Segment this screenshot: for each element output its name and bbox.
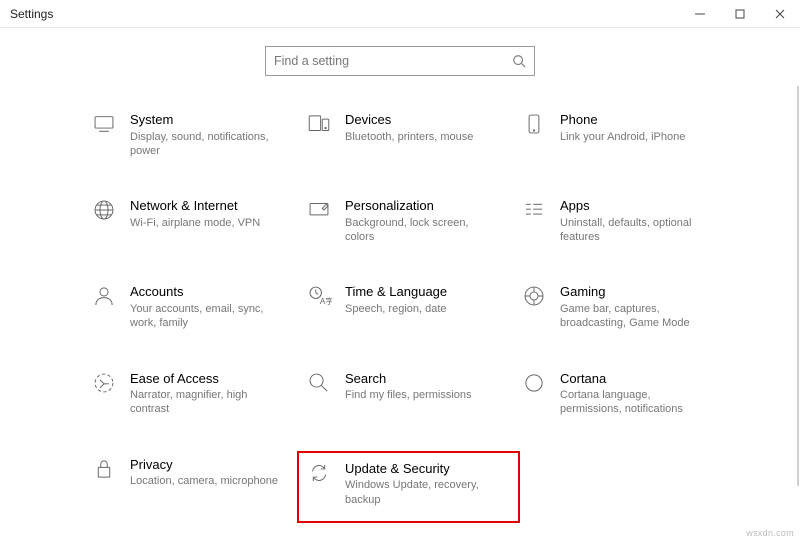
tile-title: Time & Language — [345, 284, 447, 300]
svg-text:A字: A字 — [320, 297, 332, 307]
cortana-icon — [520, 369, 548, 397]
tile-desc: Find my files, permissions — [345, 388, 472, 402]
tile-title: System — [130, 112, 280, 128]
apps-icon — [520, 196, 548, 224]
tile-title: Gaming — [560, 284, 710, 300]
ease-of-access-icon — [90, 369, 118, 397]
tile-title: Update & Security — [345, 461, 495, 477]
tile-desc: Cortana language, permissions, notificat… — [560, 388, 710, 417]
personalization-icon — [305, 196, 333, 224]
devices-icon — [305, 110, 333, 138]
accounts-icon — [90, 282, 118, 310]
tile-desc: Display, sound, notifications, power — [130, 130, 280, 159]
tile-desc: Windows Update, recovery, backup — [345, 478, 495, 507]
minimize-button[interactable] — [680, 0, 720, 28]
tile-desc: Background, lock screen, colors — [345, 216, 495, 245]
tile-title: Search — [345, 371, 472, 387]
tile-desc: Bluetooth, printers, mouse — [345, 130, 473, 144]
tile-title: Cortana — [560, 371, 710, 387]
tile-devices[interactable]: Devices Bluetooth, printers, mouse — [305, 106, 520, 162]
tile-title: Privacy — [130, 457, 278, 473]
tile-ease-of-access[interactable]: Ease of Access Narrator, magnifier, high… — [90, 365, 305, 421]
tile-desc: Wi-Fi, airplane mode, VPN — [130, 216, 260, 230]
close-icon — [775, 9, 785, 19]
minimize-icon — [695, 9, 705, 19]
lock-icon — [90, 455, 118, 483]
titlebar: Settings — [0, 0, 800, 28]
watermark: wsxdn.com — [746, 528, 794, 538]
tile-gaming[interactable]: Gaming Game bar, captures, broadcasting,… — [520, 278, 735, 334]
tile-desc: Your accounts, email, sync, work, family — [130, 302, 280, 331]
tile-title: Apps — [560, 198, 710, 214]
settings-content: System Display, sound, notifications, po… — [0, 86, 800, 523]
search-category-icon — [305, 369, 333, 397]
tile-network[interactable]: Network & Internet Wi-Fi, airplane mode,… — [90, 192, 305, 248]
tile-desc: Location, camera, microphone — [130, 474, 278, 488]
empty-cell — [520, 451, 735, 523]
window-title: Settings — [10, 7, 53, 21]
gaming-icon — [520, 282, 548, 310]
tile-desc: Speech, region, date — [345, 302, 447, 316]
search-input[interactable] — [274, 54, 512, 68]
tile-phone[interactable]: Phone Link your Android, iPhone — [520, 106, 735, 162]
tile-accounts[interactable]: Accounts Your accounts, email, sync, wor… — [90, 278, 305, 334]
tile-desc: Link your Android, iPhone — [560, 130, 685, 144]
maximize-button[interactable] — [720, 0, 760, 28]
tile-desc: Uninstall, defaults, optional features — [560, 216, 710, 245]
globe-icon — [90, 196, 118, 224]
search-area — [0, 28, 800, 86]
time-language-icon: A字 — [305, 282, 333, 310]
settings-grid: System Display, sound, notifications, po… — [90, 106, 780, 523]
tile-cortana[interactable]: Cortana Cortana language, permissions, n… — [520, 365, 735, 421]
search-box[interactable] — [265, 46, 535, 76]
tile-privacy[interactable]: Privacy Location, camera, microphone — [90, 451, 305, 523]
tile-personalization[interactable]: Personalization Background, lock screen,… — [305, 192, 520, 248]
window-controls — [680, 0, 800, 28]
search-icon — [512, 54, 526, 68]
system-icon — [90, 110, 118, 138]
maximize-icon — [735, 9, 745, 19]
tile-apps[interactable]: Apps Uninstall, defaults, optional featu… — [520, 192, 735, 248]
phone-icon — [520, 110, 548, 138]
tile-search[interactable]: Search Find my files, permissions — [305, 365, 520, 421]
tile-time-language[interactable]: A字 Time & Language Speech, region, date — [305, 278, 520, 334]
tile-title: Accounts — [130, 284, 280, 300]
tile-desc: Narrator, magnifier, high contrast — [130, 388, 280, 417]
tile-title: Ease of Access — [130, 371, 280, 387]
tile-system[interactable]: System Display, sound, notifications, po… — [90, 106, 305, 162]
tile-title: Phone — [560, 112, 685, 128]
tile-desc: Game bar, captures, broadcasting, Game M… — [560, 302, 710, 331]
tile-title: Personalization — [345, 198, 495, 214]
tile-update-security[interactable]: Update & Security Windows Update, recove… — [297, 451, 520, 523]
tile-title: Network & Internet — [130, 198, 260, 214]
close-button[interactable] — [760, 0, 800, 28]
update-icon — [305, 459, 333, 487]
tile-title: Devices — [345, 112, 473, 128]
scrollbar[interactable] — [797, 86, 799, 486]
